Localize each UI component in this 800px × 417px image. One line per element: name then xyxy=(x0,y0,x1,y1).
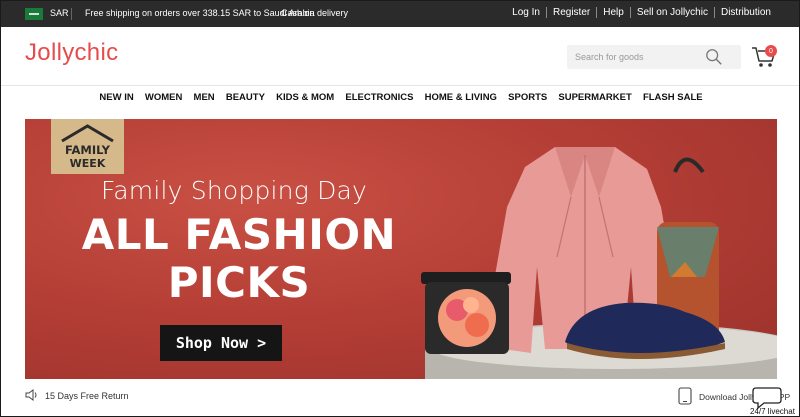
divider xyxy=(1,85,799,86)
nav-item-women[interactable]: WOMEN xyxy=(139,92,188,103)
badge-line-week: WEEK xyxy=(69,157,106,170)
shop-now-button[interactable]: Shop Now > xyxy=(160,325,282,361)
cash-on-delivery-notice: Cash on delivery xyxy=(281,8,349,18)
top-bar: SAR Free shipping on orders over 338.15 … xyxy=(1,1,799,27)
nav-item-sports[interactable]: SPORTS xyxy=(503,92,553,103)
nav-item-flash-sale[interactable]: FLASH SALE xyxy=(637,92,708,103)
phone-icon[interactable] xyxy=(677,387,693,405)
category-nav: NEW IN WOMEN MEN BEAUTY KIDS & MOM ELECT… xyxy=(1,92,799,103)
nav-item-home-living[interactable]: HOME & LIVING xyxy=(419,92,503,103)
search-input[interactable] xyxy=(575,49,705,65)
sell-link[interactable]: Sell on Jollychic xyxy=(631,7,714,18)
family-week-badge: FAMILY WEEK xyxy=(51,119,124,174)
site-logo[interactable]: Jollychic xyxy=(25,39,118,67)
banner-subtitle: Family Shopping Day xyxy=(101,176,368,205)
nav-item-new-in[interactable]: NEW IN xyxy=(94,92,140,103)
login-link[interactable]: Log In xyxy=(506,7,546,18)
page: SAR Free shipping on orders over 338.15 … xyxy=(0,0,800,417)
hero-banner[interactable]: FAMILY WEEK Family Shopping Day ALL FASH… xyxy=(25,119,777,379)
divider xyxy=(71,8,72,20)
product-showcase-image xyxy=(421,147,777,379)
free-return-notice: 15 Days Free Return xyxy=(45,391,129,401)
help-link[interactable]: Help xyxy=(597,7,630,18)
house-roof-icon xyxy=(61,124,114,143)
banner-title-line-1: ALL FASHION xyxy=(81,210,397,259)
distribution-link[interactable]: Distribution xyxy=(715,7,777,18)
nav-item-men[interactable]: MEN xyxy=(188,92,220,103)
nav-item-kids-mom[interactable]: KIDS & MOM xyxy=(271,92,340,103)
nav-item-electronics[interactable]: ELECTRONICS xyxy=(340,92,419,103)
livechat-label[interactable]: 24/7 livechat xyxy=(750,407,795,416)
banner-title-line-2: PICKS xyxy=(167,258,311,307)
banner-title: ALL FASHION PICKS xyxy=(69,211,409,307)
cart-count-badge: 0 xyxy=(765,45,777,57)
currency-selector[interactable]: SAR xyxy=(50,8,69,18)
search-icon[interactable] xyxy=(705,48,723,66)
makeup-palette xyxy=(421,272,511,354)
register-link[interactable]: Register xyxy=(547,7,596,18)
chat-bubble-icon xyxy=(752,387,782,410)
speaker-icon xyxy=(25,389,37,401)
saudi-flag-icon[interactable] xyxy=(25,8,43,20)
badge-line-family: FAMILY xyxy=(64,143,111,157)
nav-item-beauty[interactable]: BEAUTY xyxy=(220,92,270,103)
search-box xyxy=(567,45,741,69)
account-links: Log In Register Help Sell on Jollychic D… xyxy=(506,7,777,18)
nav-item-supermarket[interactable]: SUPERMARKET xyxy=(553,92,638,103)
